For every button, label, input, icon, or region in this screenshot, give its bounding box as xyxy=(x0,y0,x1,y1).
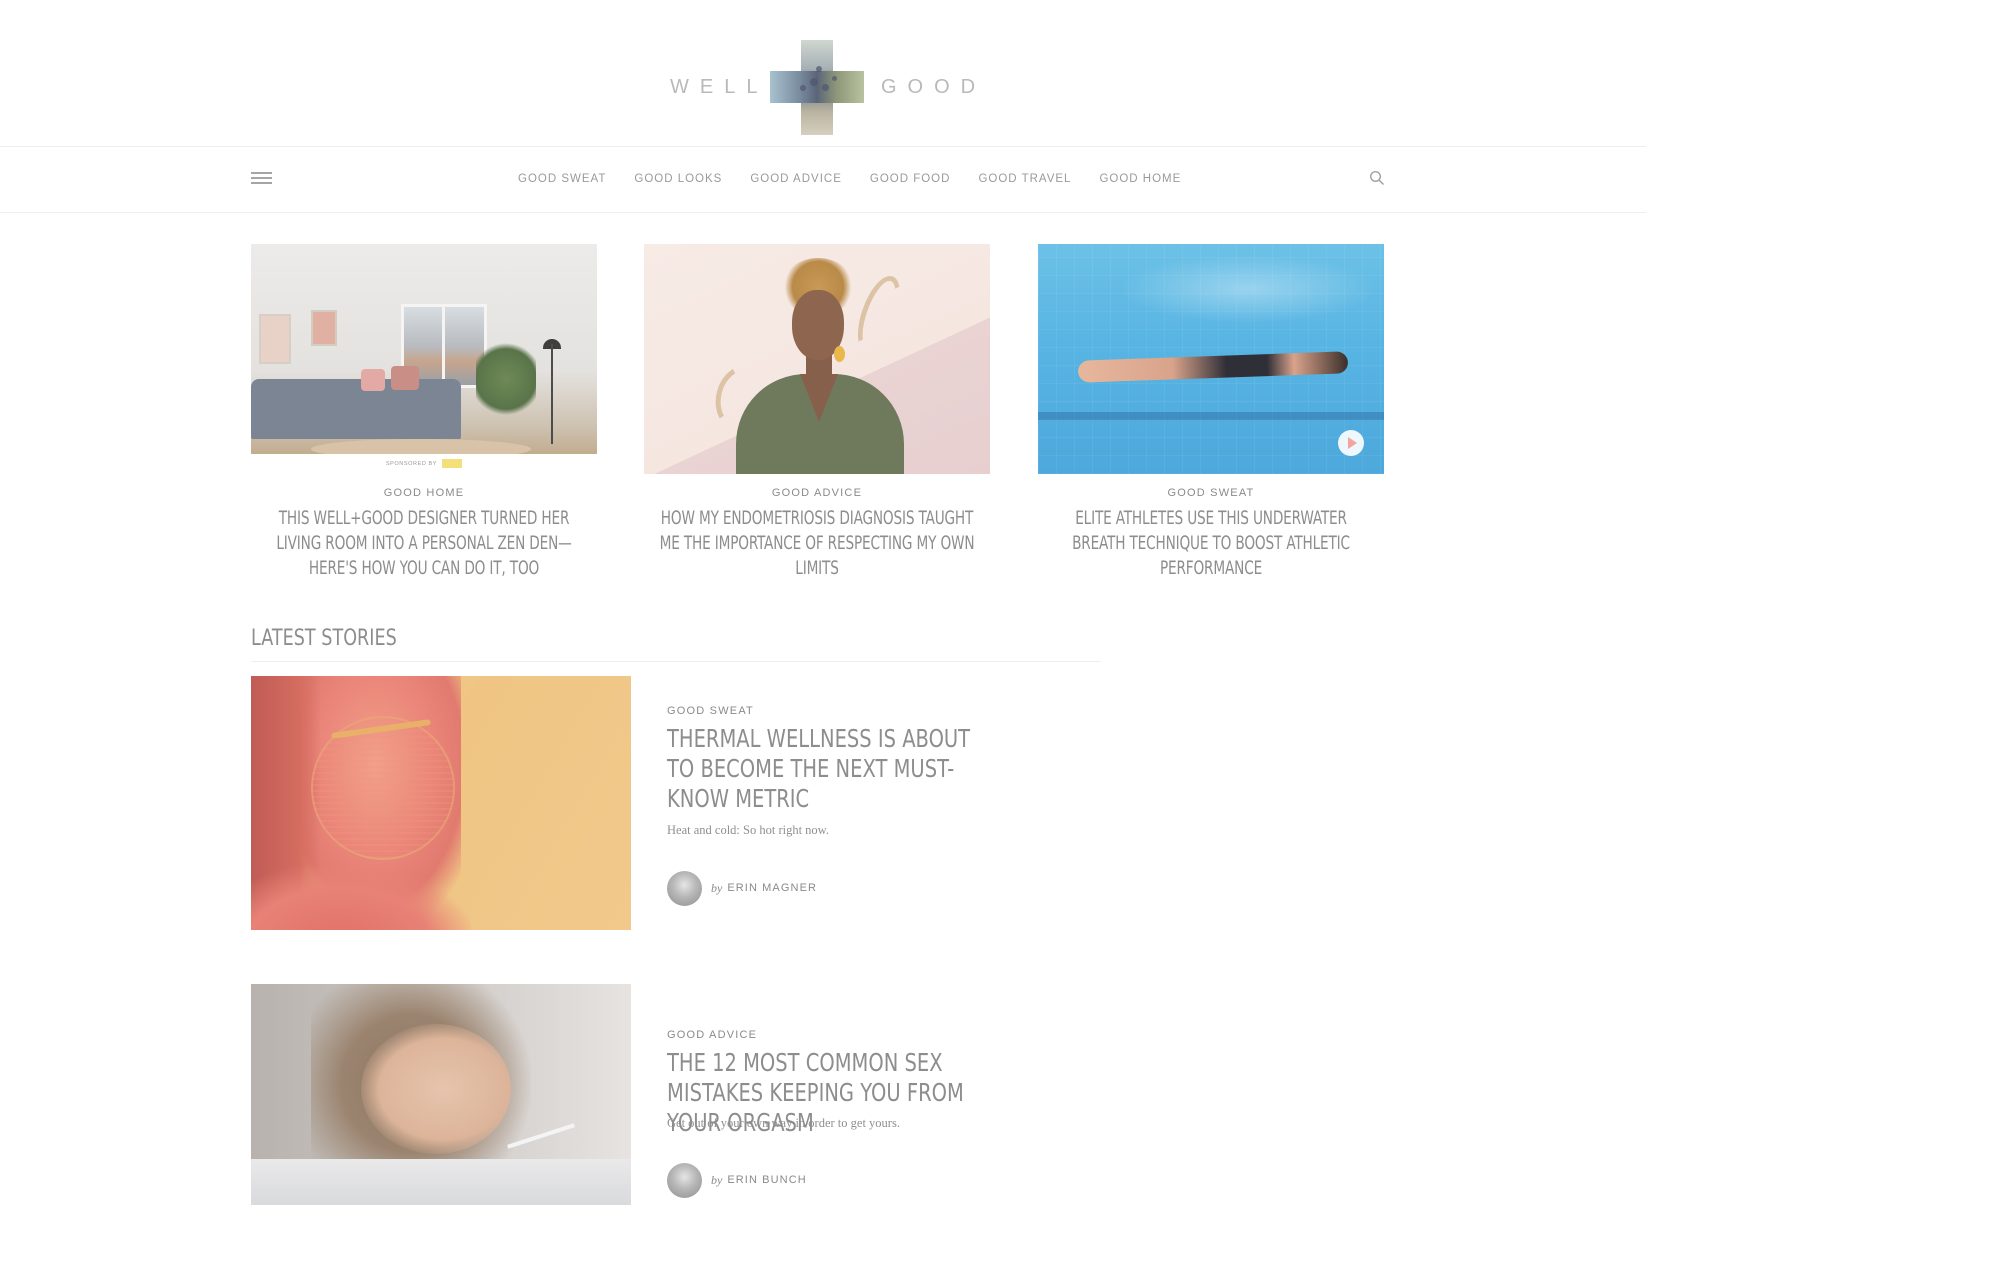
page: WELL GOOD GOOD SWEAT GOOD LOOKS GOOD ADV… xyxy=(0,0,1999,1273)
story-category[interactable]: GOOD ADVICE xyxy=(667,1029,757,1041)
story-category[interactable]: GOOD SWEAT xyxy=(667,705,754,717)
author-name[interactable]: ERIN BUNCH xyxy=(727,1174,806,1186)
byline-by: by xyxy=(711,880,723,895)
nav-item-good-advice[interactable]: GOOD ADVICE xyxy=(750,173,842,185)
sponsor-bar: SPONSORED BY xyxy=(251,454,597,474)
nav-item-good-home[interactable]: GOOD HOME xyxy=(1099,173,1181,185)
list-item[interactable]: GOOD SWEAT THERMAL WELLNESS IS ABOUT TO … xyxy=(251,676,1101,930)
story-title[interactable]: THERMAL WELLNESS IS ABOUT TO BECOME THE … xyxy=(667,724,995,814)
divider xyxy=(251,661,1101,662)
story-dek: Heat and cold: So hot right now. xyxy=(667,823,830,837)
card-category[interactable]: GOOD HOME xyxy=(251,487,597,499)
woman-portrait-illustration[interactable] xyxy=(644,244,990,474)
byline: by ERIN BUNCH xyxy=(667,1162,807,1198)
logo-word-right: GOOD xyxy=(881,76,987,98)
avatar[interactable] xyxy=(667,870,702,906)
woman-smiling-photo[interactable] xyxy=(251,984,631,1205)
led-mask-face-photo[interactable] xyxy=(251,676,631,930)
author-name[interactable]: ERIN MAGNER xyxy=(727,882,817,894)
play-icon[interactable] xyxy=(1338,430,1364,456)
card-category[interactable]: GOOD ADVICE xyxy=(644,487,990,499)
sponsor-label: SPONSORED BY xyxy=(385,461,437,467)
nav-links: GOOD SWEAT GOOD LOOKS GOOD ADVICE GOOD F… xyxy=(518,146,1209,212)
avatar[interactable] xyxy=(667,1162,702,1198)
featured-stories: SPONSORED BY GOOD HOME THIS WELL+GOOD DE… xyxy=(251,244,1384,584)
sponsor-logo xyxy=(442,459,463,469)
byline-by: by xyxy=(711,1172,723,1187)
card-title[interactable]: ELITE ATHLETES USE THIS UNDERWATER BREAT… xyxy=(1050,506,1371,581)
byline: by ERIN MAGNER xyxy=(667,870,817,906)
nav-item-good-looks[interactable]: GOOD LOOKS xyxy=(634,173,722,185)
logo-cross-icon xyxy=(770,40,864,135)
living-room-photo[interactable]: SPONSORED BY xyxy=(251,244,597,474)
underwater-swimmer-photo[interactable] xyxy=(1038,244,1384,474)
latest-stories-heading: LATEST STORIES xyxy=(251,626,397,651)
main-nav: GOOD SWEAT GOOD LOOKS GOOD ADVICE GOOD F… xyxy=(0,146,1646,213)
card-category[interactable]: GOOD SWEAT xyxy=(1038,487,1384,499)
search-icon[interactable] xyxy=(1369,170,1385,186)
nav-item-good-food[interactable]: GOOD FOOD xyxy=(870,173,951,185)
story-dek: Get out of your own way in order to get … xyxy=(667,1116,900,1130)
site-logo[interactable]: WELL GOOD xyxy=(667,40,975,135)
list-item[interactable]: GOOD ADVICE THE 12 MOST COMMON SEX MISTA… xyxy=(251,984,1101,1205)
nav-item-good-travel[interactable]: GOOD TRAVEL xyxy=(978,173,1071,185)
site-header: WELL GOOD xyxy=(0,0,1646,147)
hamburger-menu-icon[interactable] xyxy=(251,172,272,186)
card-title[interactable]: THIS WELL+GOOD DESIGNER TURNED HER LIVIN… xyxy=(263,506,584,581)
logo-word-left: WELL xyxy=(670,76,769,98)
nav-item-good-sweat[interactable]: GOOD SWEAT xyxy=(518,173,606,185)
card-title[interactable]: HOW MY ENDOMETRIOSIS DIAGNOSIS TAUGHT ME… xyxy=(656,506,977,581)
